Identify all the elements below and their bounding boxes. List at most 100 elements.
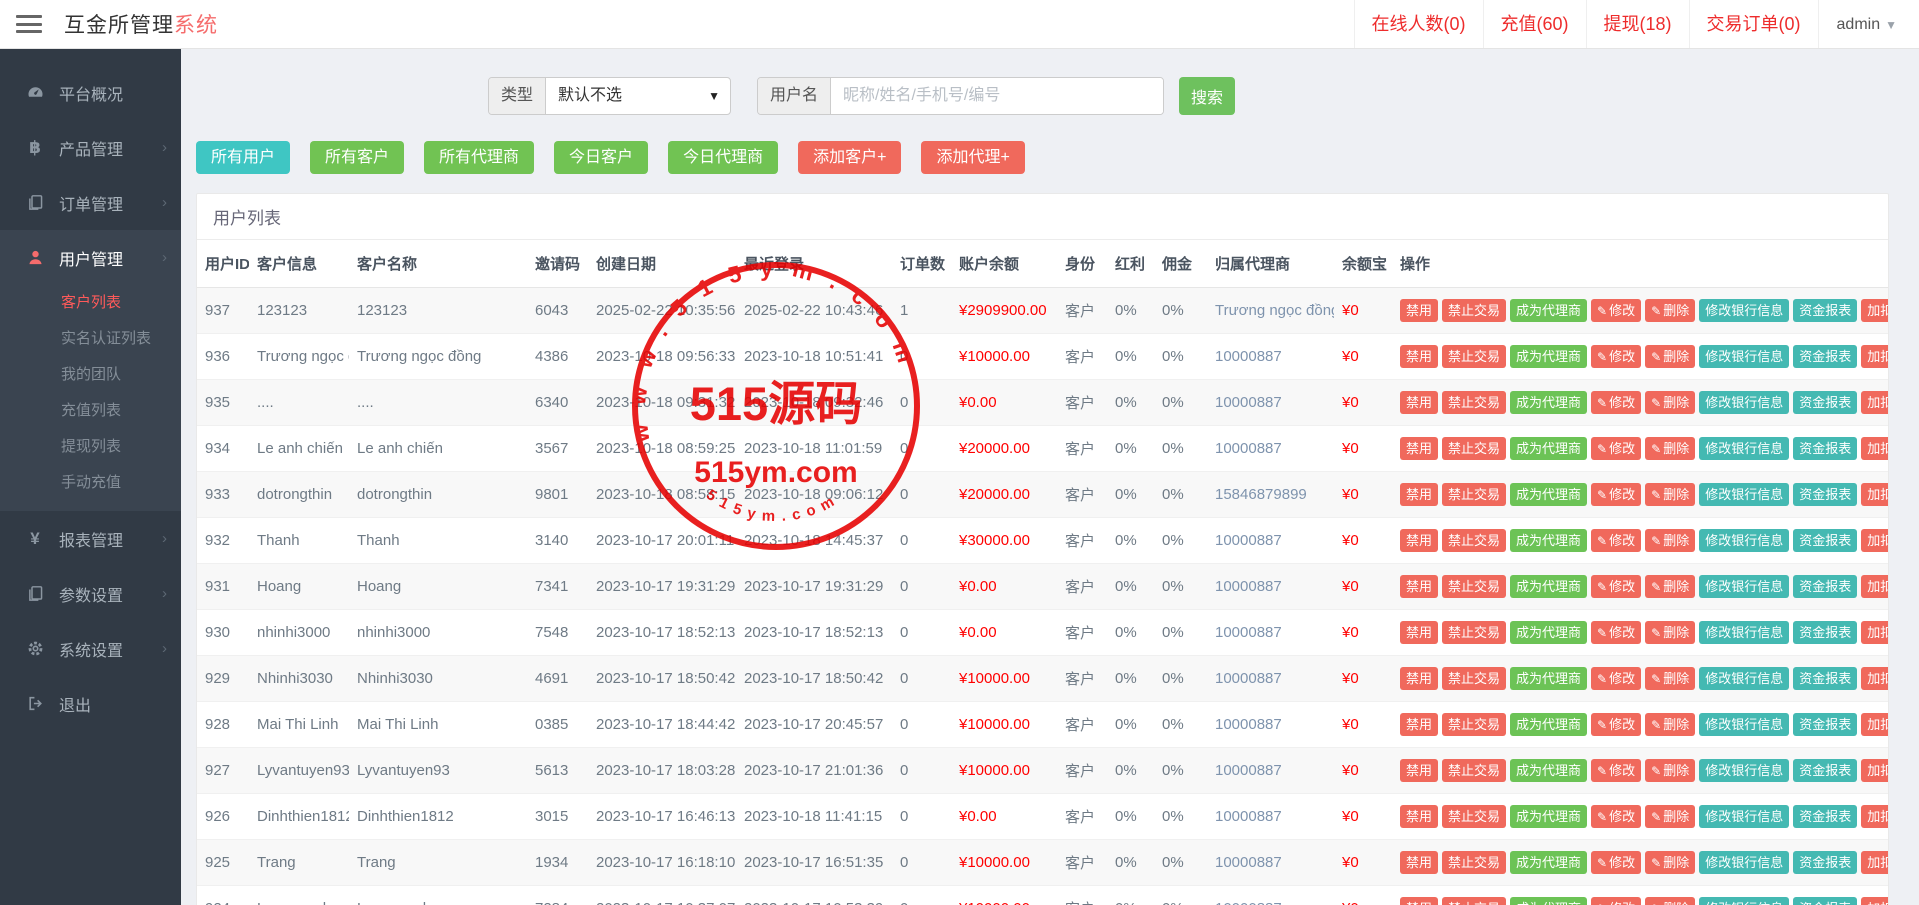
action-fund-report[interactable]: 资金报表 — [1793, 345, 1857, 368]
action-disable[interactable]: 禁用 — [1400, 851, 1438, 874]
action-ban-trade[interactable]: 禁止交易 — [1442, 575, 1506, 598]
action-edit[interactable]: ✎修改 — [1591, 897, 1641, 905]
cell-agent-link[interactable]: 10000887 — [1207, 748, 1334, 794]
action-make-agent[interactable]: 成为代理商 — [1510, 621, 1587, 644]
action-fund-report[interactable]: 资金报表 — [1793, 805, 1857, 828]
action-edit[interactable]: ✎修改 — [1591, 713, 1641, 736]
action-delete[interactable]: ✎删除 — [1645, 713, 1695, 736]
action-make-agent[interactable]: 成为代理商 — [1510, 345, 1587, 368]
action-adjust-funds[interactable]: 加扣款 — [1861, 759, 1888, 782]
action-adjust-funds[interactable]: 加扣款 — [1861, 483, 1888, 506]
action-edit-bank[interactable]: 修改银行信息 — [1699, 621, 1789, 644]
action-delete[interactable]: ✎删除 — [1645, 391, 1695, 414]
action-ban-trade[interactable]: 禁止交易 — [1442, 667, 1506, 690]
action-edit-bank[interactable]: 修改银行信息 — [1699, 805, 1789, 828]
sidebar-subitem[interactable]: 我的团队 — [0, 357, 181, 393]
cell-agent-link[interactable]: 10000887 — [1207, 518, 1334, 564]
action-delete[interactable]: ✎删除 — [1645, 759, 1695, 782]
action-edit[interactable]: ✎修改 — [1591, 621, 1641, 644]
sidebar-item-params[interactable]: 参数设置› — [0, 566, 181, 621]
action-fund-report[interactable]: 资金报表 — [1793, 529, 1857, 552]
action-make-agent[interactable]: 成为代理商 — [1510, 299, 1587, 322]
action-edit[interactable]: ✎修改 — [1591, 437, 1641, 460]
action-adjust-funds[interactable]: 加扣款 — [1861, 667, 1888, 690]
cell-agent-link[interactable]: 10000887 — [1207, 426, 1334, 472]
action-edit-bank[interactable]: 修改银行信息 — [1699, 391, 1789, 414]
action-ban-trade[interactable]: 禁止交易 — [1442, 299, 1506, 322]
action-adjust-funds[interactable]: 加扣款 — [1861, 391, 1888, 414]
sidebar-item-dashboard[interactable]: 平台概况 — [0, 65, 181, 120]
action-edit[interactable]: ✎修改 — [1591, 299, 1641, 322]
action-make-agent[interactable]: 成为代理商 — [1510, 575, 1587, 598]
action-adjust-funds[interactable]: 加扣款 — [1861, 713, 1888, 736]
action-disable[interactable]: 禁用 — [1400, 483, 1438, 506]
action-edit-bank[interactable]: 修改银行信息 — [1699, 575, 1789, 598]
action-fund-report[interactable]: 资金报表 — [1793, 437, 1857, 460]
sidebar-subitem[interactable]: 客户列表 — [0, 285, 181, 321]
action-make-agent[interactable]: 成为代理商 — [1510, 897, 1587, 905]
action-disable[interactable]: 禁用 — [1400, 667, 1438, 690]
action-make-agent[interactable]: 成为代理商 — [1510, 759, 1587, 782]
cell-agent-link[interactable]: Trương ngọc đồng — [1207, 288, 1334, 334]
action-edit-bank[interactable]: 修改银行信息 — [1699, 713, 1789, 736]
cell-agent-link[interactable]: 10000887 — [1207, 840, 1334, 886]
action-disable[interactable]: 禁用 — [1400, 529, 1438, 552]
action-disable[interactable]: 禁用 — [1400, 805, 1438, 828]
cell-agent-link[interactable]: 10000887 — [1207, 702, 1334, 748]
action-delete[interactable]: ✎删除 — [1645, 621, 1695, 644]
action-adjust-funds[interactable]: 加扣款 — [1861, 897, 1888, 905]
action-delete[interactable]: ✎删除 — [1645, 805, 1695, 828]
action-edit[interactable]: ✎修改 — [1591, 391, 1641, 414]
action-make-agent[interactable]: 成为代理商 — [1510, 437, 1587, 460]
action-fund-report[interactable]: 资金报表 — [1793, 667, 1857, 690]
cell-agent-link[interactable]: 10000887 — [1207, 610, 1334, 656]
action-fund-report[interactable]: 资金报表 — [1793, 851, 1857, 874]
sidebar-subitem[interactable]: 充值列表 — [0, 393, 181, 429]
header-stat[interactable]: 提现(18) — [1586, 0, 1689, 48]
sidebar-item-system[interactable]: 系统设置› — [0, 621, 181, 676]
action-fund-report[interactable]: 资金报表 — [1793, 713, 1857, 736]
sidebar-item-reports[interactable]: ¥报表管理› — [0, 511, 181, 566]
sidebar-item-orders[interactable]: 订单管理› — [0, 175, 181, 230]
sidebar-subitem[interactable]: 手动充值 — [0, 465, 181, 501]
action-edit-bank[interactable]: 修改银行信息 — [1699, 345, 1789, 368]
action-adjust-funds[interactable]: 加扣款 — [1861, 529, 1888, 552]
action-edit[interactable]: ✎修改 — [1591, 575, 1641, 598]
action-disable[interactable]: 禁用 — [1400, 897, 1438, 905]
sidebar-subitem[interactable]: 提现列表 — [0, 429, 181, 465]
action-disable[interactable]: 禁用 — [1400, 621, 1438, 644]
action-edit-bank[interactable]: 修改银行信息 — [1699, 529, 1789, 552]
action-disable[interactable]: 禁用 — [1400, 391, 1438, 414]
action-edit[interactable]: ✎修改 — [1591, 529, 1641, 552]
action-fund-report[interactable]: 资金报表 — [1793, 759, 1857, 782]
action-adjust-funds[interactable]: 加扣款 — [1861, 621, 1888, 644]
action-edit-bank[interactable]: 修改银行信息 — [1699, 299, 1789, 322]
cell-agent-link[interactable]: 10000887 — [1207, 794, 1334, 840]
action-ban-trade[interactable]: 禁止交易 — [1442, 529, 1506, 552]
action-edit-bank[interactable]: 修改银行信息 — [1699, 667, 1789, 690]
action-delete[interactable]: ✎删除 — [1645, 667, 1695, 690]
quick-button-today-clients[interactable]: 今日客户 — [554, 141, 648, 174]
action-ban-trade[interactable]: 禁止交易 — [1442, 897, 1506, 905]
action-adjust-funds[interactable]: 加扣款 — [1861, 345, 1888, 368]
action-delete[interactable]: ✎删除 — [1645, 345, 1695, 368]
action-make-agent[interactable]: 成为代理商 — [1510, 667, 1587, 690]
cell-agent-link[interactable]: 15846879899 — [1207, 472, 1334, 518]
action-make-agent[interactable]: 成为代理商 — [1510, 805, 1587, 828]
action-make-agent[interactable]: 成为代理商 — [1510, 529, 1587, 552]
type-filter-select[interactable]: 默认不选 ▼ — [546, 78, 730, 114]
menu-toggle-icon[interactable] — [16, 15, 42, 33]
quick-button-all-clients[interactable]: 所有客户 — [310, 141, 404, 174]
action-ban-trade[interactable]: 禁止交易 — [1442, 437, 1506, 460]
action-disable[interactable]: 禁用 — [1400, 759, 1438, 782]
action-edit[interactable]: ✎修改 — [1591, 667, 1641, 690]
action-delete[interactable]: ✎删除 — [1645, 851, 1695, 874]
search-button[interactable]: 搜索 — [1179, 77, 1235, 115]
header-stat[interactable]: 在线人数(0) — [1354, 0, 1483, 48]
header-stat[interactable]: 交易订单(0) — [1689, 0, 1818, 48]
action-fund-report[interactable]: 资金报表 — [1793, 299, 1857, 322]
cell-agent-link[interactable]: 10000887 — [1207, 334, 1334, 380]
action-edit-bank[interactable]: 修改银行信息 — [1699, 897, 1789, 905]
username-input[interactable] — [831, 78, 1163, 114]
action-delete[interactable]: ✎删除 — [1645, 575, 1695, 598]
